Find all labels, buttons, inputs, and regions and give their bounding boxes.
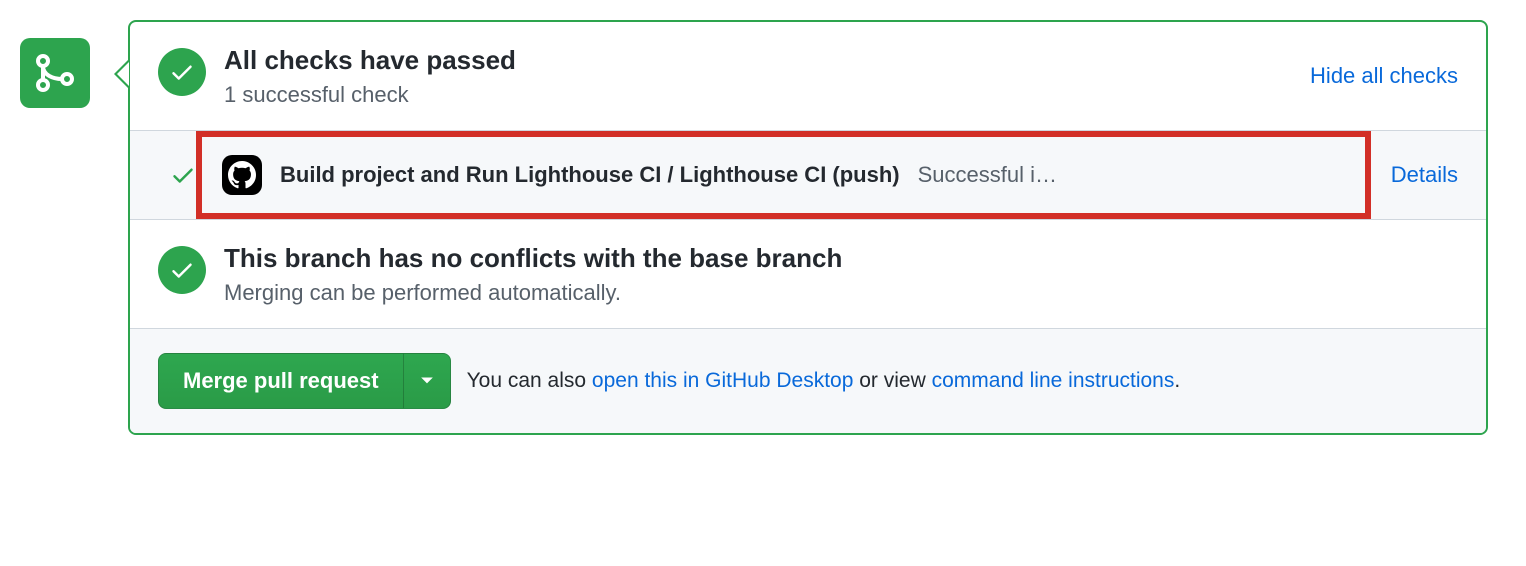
hint-middle: or view	[853, 369, 931, 392]
box-pointer	[114, 60, 128, 88]
toggle-checks-link[interactable]: Hide all checks	[1310, 63, 1458, 88]
conflicts-subtitle: Merging can be performed automatically.	[224, 280, 1458, 306]
git-merge-icon	[31, 49, 79, 97]
caret-down-icon	[420, 376, 434, 386]
checks-title: All checks have passed	[224, 44, 1292, 78]
hint-prefix: You can also	[467, 369, 592, 392]
checks-status-icon	[158, 48, 206, 96]
merge-options-dropdown[interactable]	[403, 353, 451, 409]
hint-suffix: .	[1174, 369, 1180, 392]
check-status-text: Successful i…	[918, 162, 1057, 188]
cli-instructions-link[interactable]: command line instructions	[932, 369, 1175, 392]
checks-summary-section: All checks have passed 1 successful chec…	[130, 22, 1486, 131]
checks-subtitle: 1 successful check	[224, 82, 1292, 108]
check-success-icon	[170, 162, 196, 188]
merge-hint-text: You can also open this in GitHub Desktop…	[467, 369, 1181, 393]
check-icon	[169, 59, 195, 85]
check-icon	[170, 162, 196, 188]
check-item-row: Build project and Run Lighthouse CI / Li…	[130, 131, 1486, 220]
check-name: Build project and Run Lighthouse CI / Li…	[280, 162, 900, 188]
conflicts-section: This branch has no conflicts with the ba…	[130, 220, 1486, 329]
check-details-link[interactable]: Details	[1391, 162, 1458, 187]
github-actions-avatar	[222, 155, 262, 195]
conflicts-status-icon	[158, 246, 206, 294]
github-icon	[228, 161, 256, 189]
merge-pull-request-button[interactable]: Merge pull request	[158, 353, 403, 409]
conflicts-title: This branch has no conflicts with the ba…	[224, 242, 1458, 276]
check-icon	[169, 257, 195, 283]
open-desktop-link[interactable]: open this in GitHub Desktop	[592, 369, 853, 392]
merge-status-box: All checks have passed 1 successful chec…	[128, 20, 1488, 435]
merge-footer: Merge pull request You can also open thi…	[130, 329, 1486, 433]
highlighted-check: Build project and Run Lighthouse CI / Li…	[196, 131, 1371, 219]
merge-button-group: Merge pull request	[158, 353, 451, 409]
merge-timeline-badge	[20, 38, 90, 108]
